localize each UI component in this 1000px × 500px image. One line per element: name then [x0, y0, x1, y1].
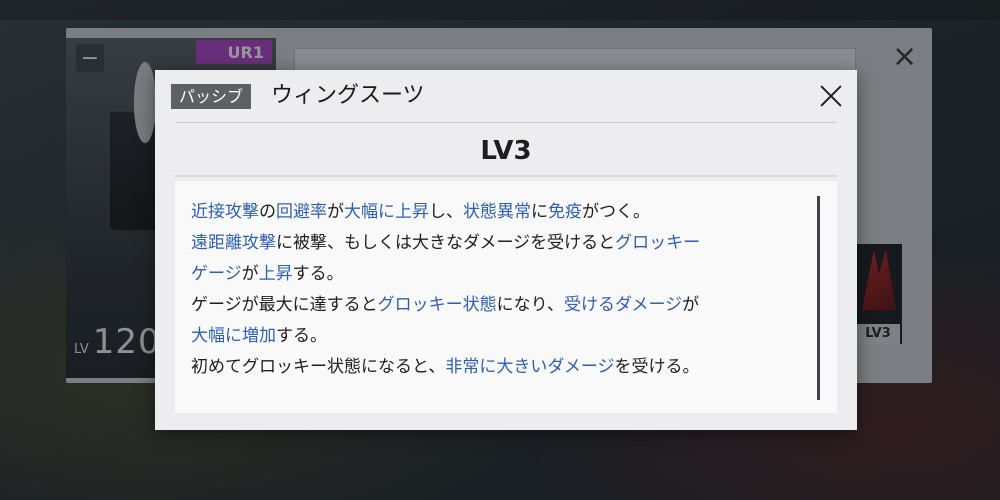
keyword-highlight: 大幅に増加 [191, 326, 276, 346]
keyword-highlight: グロッキー状態 [377, 295, 497, 315]
description-text: がつく。 [582, 202, 650, 222]
skill-type-tag: パッシブ [171, 84, 252, 109]
skill-description: 近接攻撃の回避率が大幅に上昇し、状態異常に免疫がつく。 遠距離攻撃に被撃、もしくは… [175, 181, 837, 413]
keyword-highlight: 大幅に上昇 [344, 202, 429, 222]
keyword-highlight: 状態異常 [463, 202, 531, 222]
keyword-highlight: 上昇 [258, 264, 293, 284]
description-text: ゲージが最大に達すると [191, 295, 378, 315]
header-divider [175, 122, 837, 123]
keyword-highlight: 回避率 [276, 202, 327, 222]
dialog-header: パッシブ ウィングスーツ [155, 70, 857, 122]
description-text: になり、 [496, 295, 564, 315]
description-text: が [241, 264, 259, 284]
keyword-highlight: グロッキー [615, 233, 701, 253]
description-text: する。 [276, 326, 327, 346]
description-text: し、 [429, 202, 463, 222]
description-text: に [531, 202, 548, 222]
skill-level-heading: LV3 [480, 136, 532, 166]
skill-detail-dialog: パッシブ ウィングスーツ LV3 近接攻撃の回避率が大幅に上昇し、状態異常に免疫… [155, 70, 857, 430]
description-text: 初めてグロッキー状態になると、 [191, 357, 446, 377]
description-text: を受ける。 [614, 357, 700, 377]
keyword-highlight: 受けるダメージ [564, 295, 683, 315]
description-line: 初めてグロッキー状態になると、非常に大きいダメージを受ける。 [191, 352, 797, 383]
description-text: する。 [292, 264, 344, 284]
keyword-highlight: 遠距離攻撃 [191, 233, 276, 253]
keyword-highlight: ゲージ [191, 264, 242, 284]
keyword-highlight: 非常に大きいダメージ [445, 357, 615, 377]
description-line: 大幅に増加する。 [191, 321, 797, 352]
description-scrollbar[interactable] [817, 196, 820, 400]
description-line: ゲージが上昇する。 [191, 259, 797, 290]
skill-title: ウィングスーツ [271, 83, 425, 108]
description-text: が [327, 202, 344, 222]
description-text: に被撃、もしくは大きなダメージを受けると [276, 233, 616, 253]
keyword-highlight: 近接攻撃 [191, 202, 259, 222]
description-line: 近接攻撃の回避率が大幅に上昇し、状態異常に免疫がつく。 [191, 197, 797, 228]
description-line: ゲージが最大に達するとグロッキー状態になり、受けるダメージが [191, 290, 797, 321]
level-divider [175, 175, 837, 177]
close-icon[interactable] [815, 80, 847, 112]
description-text: の [259, 202, 276, 222]
description-line: 遠距離攻撃に被撃、もしくは大きなダメージを受けるとグロッキー [191, 228, 797, 259]
description-text: が [682, 295, 700, 315]
keyword-highlight: 免疫 [548, 202, 582, 222]
